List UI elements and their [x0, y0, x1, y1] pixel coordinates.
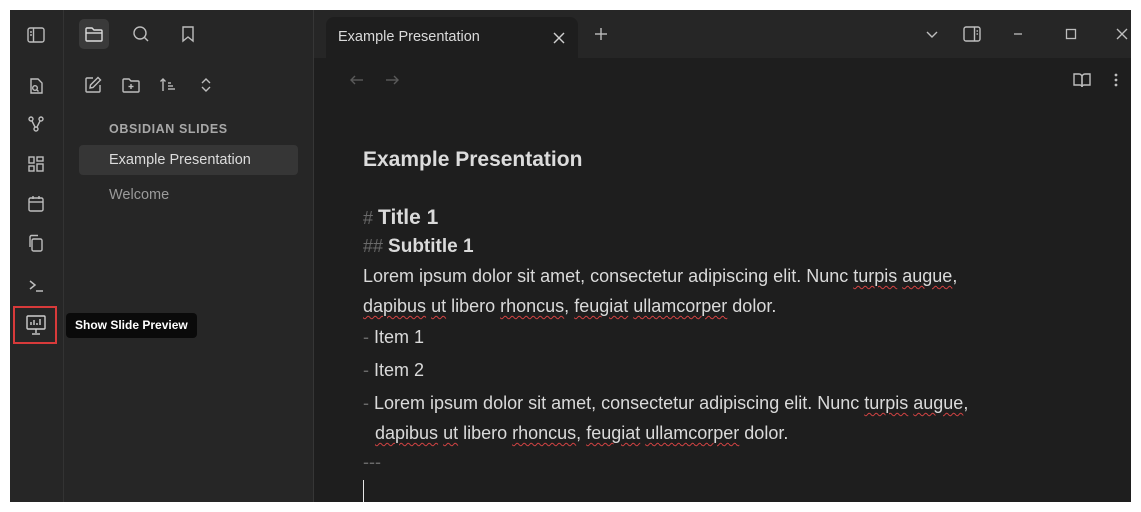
files-tab-icon[interactable]: [79, 19, 109, 49]
list-item[interactable]: - Item 2: [363, 360, 424, 381]
reading-view-book-icon[interactable]: [1072, 70, 1092, 90]
heading-1-line[interactable]: # Title 1: [363, 206, 438, 230]
misspelled-word: ullamcorper: [633, 296, 728, 316]
list-item-text: Item 1: [374, 327, 425, 347]
slide-preview-highlight: [13, 306, 57, 344]
list-marker: -: [363, 393, 369, 413]
templates-icon[interactable]: [23, 230, 49, 256]
misspelled-word: dapibus: [375, 423, 439, 443]
misspelled-word: feugiat: [574, 296, 629, 316]
paragraph-text: Lorem ipsum dolor sit amet, consectetur …: [374, 393, 865, 413]
paragraph-text: libero: [458, 423, 513, 443]
tab-list-chevron-icon[interactable]: [920, 22, 944, 46]
misspelled-word: augue: [913, 393, 964, 413]
sidebar-toggle-icon[interactable]: [23, 22, 49, 48]
list-item[interactable]: - Item 1: [363, 327, 424, 348]
open-quick-switcher-icon[interactable]: [23, 73, 49, 99]
misspelled-word: dapibus: [363, 296, 427, 316]
paragraph-text: libero: [446, 296, 501, 316]
h2-text: Subtitle 1: [388, 236, 474, 257]
horizontal-rule-markdown[interactable]: ---: [363, 452, 381, 473]
list-item-continuation[interactable]: dapibus ut libero rhoncus, feugiat ullam…: [375, 423, 788, 444]
editor-pane: Example Presentation Example Presentatio…: [314, 10, 1131, 502]
misspelled-word: ullamcorper: [645, 423, 740, 443]
misspelled-word: feugiat: [586, 423, 641, 443]
maximize-icon[interactable]: [1059, 22, 1083, 46]
ribbon: [10, 10, 64, 502]
expand-collapse-icon[interactable]: [193, 72, 219, 98]
heading-2-line[interactable]: ## Subtitle 1: [363, 236, 474, 258]
daily-note-icon[interactable]: [23, 191, 49, 217]
new-folder-icon[interactable]: [118, 72, 144, 98]
search-icon[interactable]: [126, 19, 156, 49]
sidebar-tab-bar: [64, 10, 313, 58]
tab-bar: Example Presentation: [314, 10, 1131, 58]
command-palette-icon[interactable]: [23, 272, 49, 298]
new-note-icon[interactable]: [80, 72, 106, 98]
more-options-icon[interactable]: [1106, 70, 1126, 90]
misspelled-word: rhoncus: [512, 423, 577, 443]
forward-arrow-icon[interactable]: [382, 70, 402, 90]
bookmark-icon[interactable]: [173, 19, 203, 49]
misspelled-word: rhoncus: [500, 296, 565, 316]
misspelled-word: ut: [431, 296, 447, 316]
list-marker: -: [363, 360, 369, 380]
h2-marker: ##: [363, 236, 384, 256]
misspelled-word: augue: [902, 266, 953, 286]
sort-icon[interactable]: [155, 72, 181, 98]
paragraph-line[interactable]: dapibus ut libero rhoncus, feugiat ullam…: [363, 296, 776, 317]
right-sidebar-toggle-icon[interactable]: [960, 22, 984, 46]
new-tab-plus-icon[interactable]: [590, 23, 612, 45]
paragraph-line[interactable]: Lorem ipsum dolor sit amet, consectetur …: [363, 266, 957, 287]
file-item[interactable]: Welcome: [79, 180, 298, 210]
h1-marker: #: [363, 208, 374, 228]
separator-text: ---: [363, 452, 381, 472]
back-arrow-icon[interactable]: [347, 70, 367, 90]
inline-title[interactable]: Example Presentation: [363, 148, 582, 172]
close-icon[interactable]: [550, 29, 568, 47]
paragraph-text: dolor.: [739, 423, 789, 443]
minimize-icon[interactable]: [1006, 22, 1030, 46]
list-item-text: Item 2: [374, 360, 425, 380]
obsidian-window: OBSIDIAN SLIDES Example Presentation Wel…: [10, 10, 1131, 502]
paragraph-text: Lorem ipsum dolor sit amet, consectetur …: [363, 266, 854, 286]
file-item[interactable]: Example Presentation: [79, 145, 298, 175]
list-item[interactable]: - Lorem ipsum dolor sit amet, consectetu…: [363, 393, 968, 414]
window-close-icon[interactable]: [1110, 22, 1131, 46]
list-marker: -: [363, 327, 369, 347]
misspelled-word: ut: [443, 423, 459, 443]
canvas-icon[interactable]: [23, 151, 49, 177]
misspelled-word: turpis: [864, 393, 909, 413]
tooltip: Show Slide Preview: [66, 313, 197, 338]
text-cursor: [363, 480, 364, 502]
h1-text: Title 1: [378, 206, 439, 229]
misspelled-word: turpis: [853, 266, 898, 286]
vault-name: OBSIDIAN SLIDES: [109, 122, 228, 136]
tab-example-presentation[interactable]: Example Presentation: [326, 17, 578, 58]
paragraph-text: dolor.: [727, 296, 777, 316]
tab-label: Example Presentation: [338, 29, 480, 45]
graph-view-icon[interactable]: [23, 111, 49, 137]
file-explorer-sidebar: OBSIDIAN SLIDES Example Presentation Wel…: [64, 10, 314, 502]
view-header: [314, 58, 1131, 102]
